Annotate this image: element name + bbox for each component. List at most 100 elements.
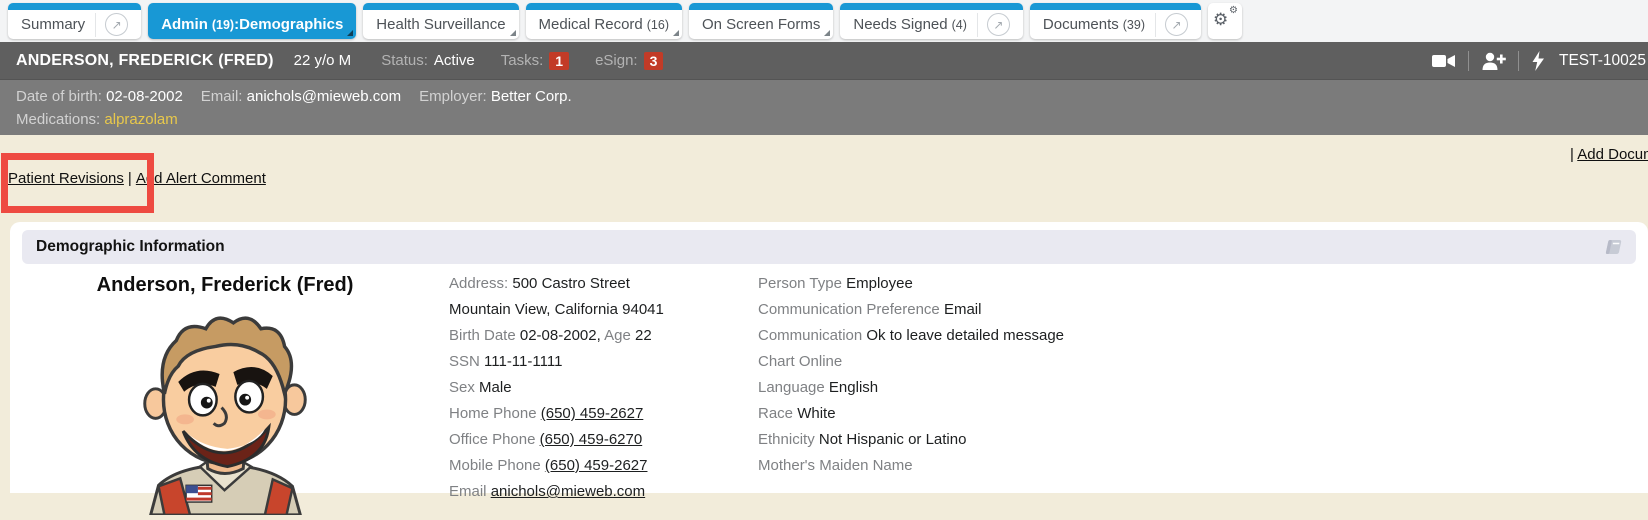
patient-action-links: Patient Revisions|Add Alert Comment — [8, 170, 266, 187]
dob-value: 02-08-2002 — [106, 88, 183, 105]
tab-count: (19) — [212, 18, 234, 32]
tab-admin-demographics[interactable]: Admin(19):Demographics — [148, 3, 356, 39]
office-phone-link[interactable]: (650) 459-6270 — [540, 431, 643, 448]
field-value: Email — [944, 301, 982, 318]
tab-medical-record[interactable]: Medical Record(16) — [526, 3, 682, 39]
patient-header-bar: ANDERSON, FREDERICK (FRED) 22 y/o M Stat… — [0, 42, 1648, 79]
status-label: Status: — [381, 52, 428, 69]
field-value: English — [829, 379, 878, 396]
demographics-right-column: Person Type Employee Communication Prefe… — [758, 271, 1064, 520]
external-link-icon: ↗ — [993, 19, 1003, 31]
tab-needs-signed[interactable]: Needs Signed(4) ↗ — [840, 3, 1023, 39]
field-label: Sex — [449, 379, 475, 396]
field-mothers-maiden-name: Mother's Maiden Name — [758, 453, 1064, 479]
field-label: Mother's Maiden Name — [758, 457, 913, 474]
field-value: Employee — [846, 275, 913, 292]
field-value: Not Hispanic or Latino — [819, 431, 967, 448]
field-label: Ethnicity — [758, 431, 815, 448]
field-value: 22 — [635, 327, 652, 344]
email-link[interactable]: anichols@mieweb.com — [491, 483, 645, 500]
field-label: Communication Preference — [758, 301, 940, 318]
patient-revisions-link[interactable]: Patient Revisions — [8, 170, 124, 187]
chart-tab-bar: Summary ↗ Admin(19):Demographics Health … — [0, 0, 1648, 42]
tab-label: Health Surveillance — [376, 16, 505, 33]
dob-label: Date of birth: — [16, 88, 102, 105]
lightning-bolt-icon[interactable] — [1531, 51, 1545, 71]
tasks-count-badge[interactable]: 1 — [549, 52, 569, 70]
field-communication: Communication Ok to leave detailed messa… — [758, 323, 1064, 349]
field-value: Ok to leave detailed message — [866, 327, 1064, 344]
field-label: Mobile Phone — [449, 457, 541, 474]
mobile-phone-link[interactable]: (650) 459-2627 — [545, 457, 648, 474]
esign-count-badge[interactable]: 3 — [644, 52, 664, 70]
video-camera-icon[interactable] — [1432, 53, 1456, 69]
field-value: White — [797, 405, 835, 422]
demographics-content: Anderson, Frederick (Fred) — [10, 264, 1648, 520]
tab-label: Admin — [161, 16, 208, 33]
field-value: 111-11-1111 — [484, 353, 562, 370]
dob-group: Date of birth: 02-08-2002 — [16, 85, 183, 108]
summary-open-new-window-button[interactable]: ↗ — [95, 13, 128, 37]
chart-id: TEST-10025 — [1559, 52, 1646, 70]
field-birth-date: Birth Date 02-08-2002, Age 22 — [449, 323, 758, 349]
employer-group: Employer: Better Corp. — [419, 85, 572, 108]
employer-label: Employer: — [419, 88, 487, 105]
panel-title: Demographic Information — [36, 238, 225, 256]
field-office-phone: Office Phone (650) 459-6270 — [449, 427, 758, 453]
medication-value[interactable]: alprazolam — [104, 111, 177, 128]
divider — [1468, 51, 1469, 71]
field-value: Male — [479, 379, 512, 396]
field-email: Email anichols@mieweb.com — [449, 479, 758, 505]
field-race: Race White — [758, 401, 1064, 427]
tab-health-surveillance[interactable]: Health Surveillance — [363, 3, 518, 39]
patient-age-sex: 22 y/o M — [294, 52, 352, 69]
email-label: Email: — [201, 88, 243, 105]
tab-count: (4) — [952, 18, 967, 32]
patient-bar-actions: TEST-10025 — [1432, 42, 1646, 79]
field-language: Language English — [758, 375, 1064, 401]
tasks-label: Tasks: — [501, 52, 544, 69]
notebook-icon[interactable] — [1601, 238, 1622, 256]
tab-label: Documents — [1043, 16, 1119, 33]
tab-on-screen-forms[interactable]: On Screen Forms — [689, 3, 833, 39]
email-group: Email: anichols@mieweb.com — [201, 85, 401, 108]
gear-icon: ⚙ — [1213, 11, 1228, 28]
add-person-icon[interactable] — [1481, 52, 1506, 70]
links-separator: | — [128, 170, 132, 187]
field-label: Race — [758, 405, 793, 422]
patient-display-name: Anderson, Frederick (Fred) — [10, 271, 440, 299]
add-alert-comment-link[interactable]: Add Alert Comment — [136, 170, 266, 187]
patient-avatar — [129, 303, 321, 520]
needs-signed-open-new-window-button[interactable]: ↗ — [977, 13, 1010, 37]
esign-label: eSign: — [595, 52, 638, 69]
add-document-link[interactable]: Add Document — [1577, 146, 1648, 163]
tab-summary[interactable]: Summary ↗ — [8, 3, 141, 39]
tab-label: Summary — [21, 16, 85, 33]
home-phone-link[interactable]: (650) 459-2627 — [541, 405, 644, 422]
external-link-icon: ↗ — [112, 19, 122, 31]
status-value: Active — [434, 52, 475, 69]
tab-documents[interactable]: Documents(39) ↗ — [1030, 3, 1201, 39]
external-link-icon: ↗ — [1171, 19, 1181, 31]
field-address-line2: Mountain View, California 94041 — [449, 297, 758, 323]
field-communication-preference: Communication Preference Email — [758, 297, 1064, 323]
field-label: Age — [604, 327, 631, 344]
field-sex: Sex Male — [449, 375, 758, 401]
medications-label: Medications: — [16, 111, 100, 128]
demographics-panel: Demographic Information Anderson, Freder… — [10, 222, 1648, 493]
demographics-panel-header: Demographic Information — [22, 230, 1636, 264]
field-value: 500 Castro Street — [512, 275, 630, 292]
tab-label: On Screen Forms — [702, 16, 820, 33]
field-ethnicity: Ethnicity Not Hispanic or Latino — [758, 427, 1064, 453]
field-label: Home Phone — [449, 405, 537, 422]
patient-info-band: Date of birth: 02-08-2002 Email: anichol… — [0, 79, 1648, 135]
field-label: Language — [758, 379, 825, 396]
tab-count: (16) — [647, 18, 669, 32]
add-document-link-group: | Add Document — [1570, 146, 1648, 163]
patient-name-header: ANDERSON, FREDERICK (FRED) — [16, 52, 274, 70]
settings-button[interactable]: ⚙ ⚙ — [1208, 3, 1242, 39]
field-home-phone: Home Phone (650) 459-2627 — [449, 401, 758, 427]
documents-open-new-window-button[interactable]: ↗ — [1155, 13, 1188, 37]
field-person-type: Person Type Employee — [758, 271, 1064, 297]
patient-identity-column: Anderson, Frederick (Fred) — [10, 271, 440, 520]
